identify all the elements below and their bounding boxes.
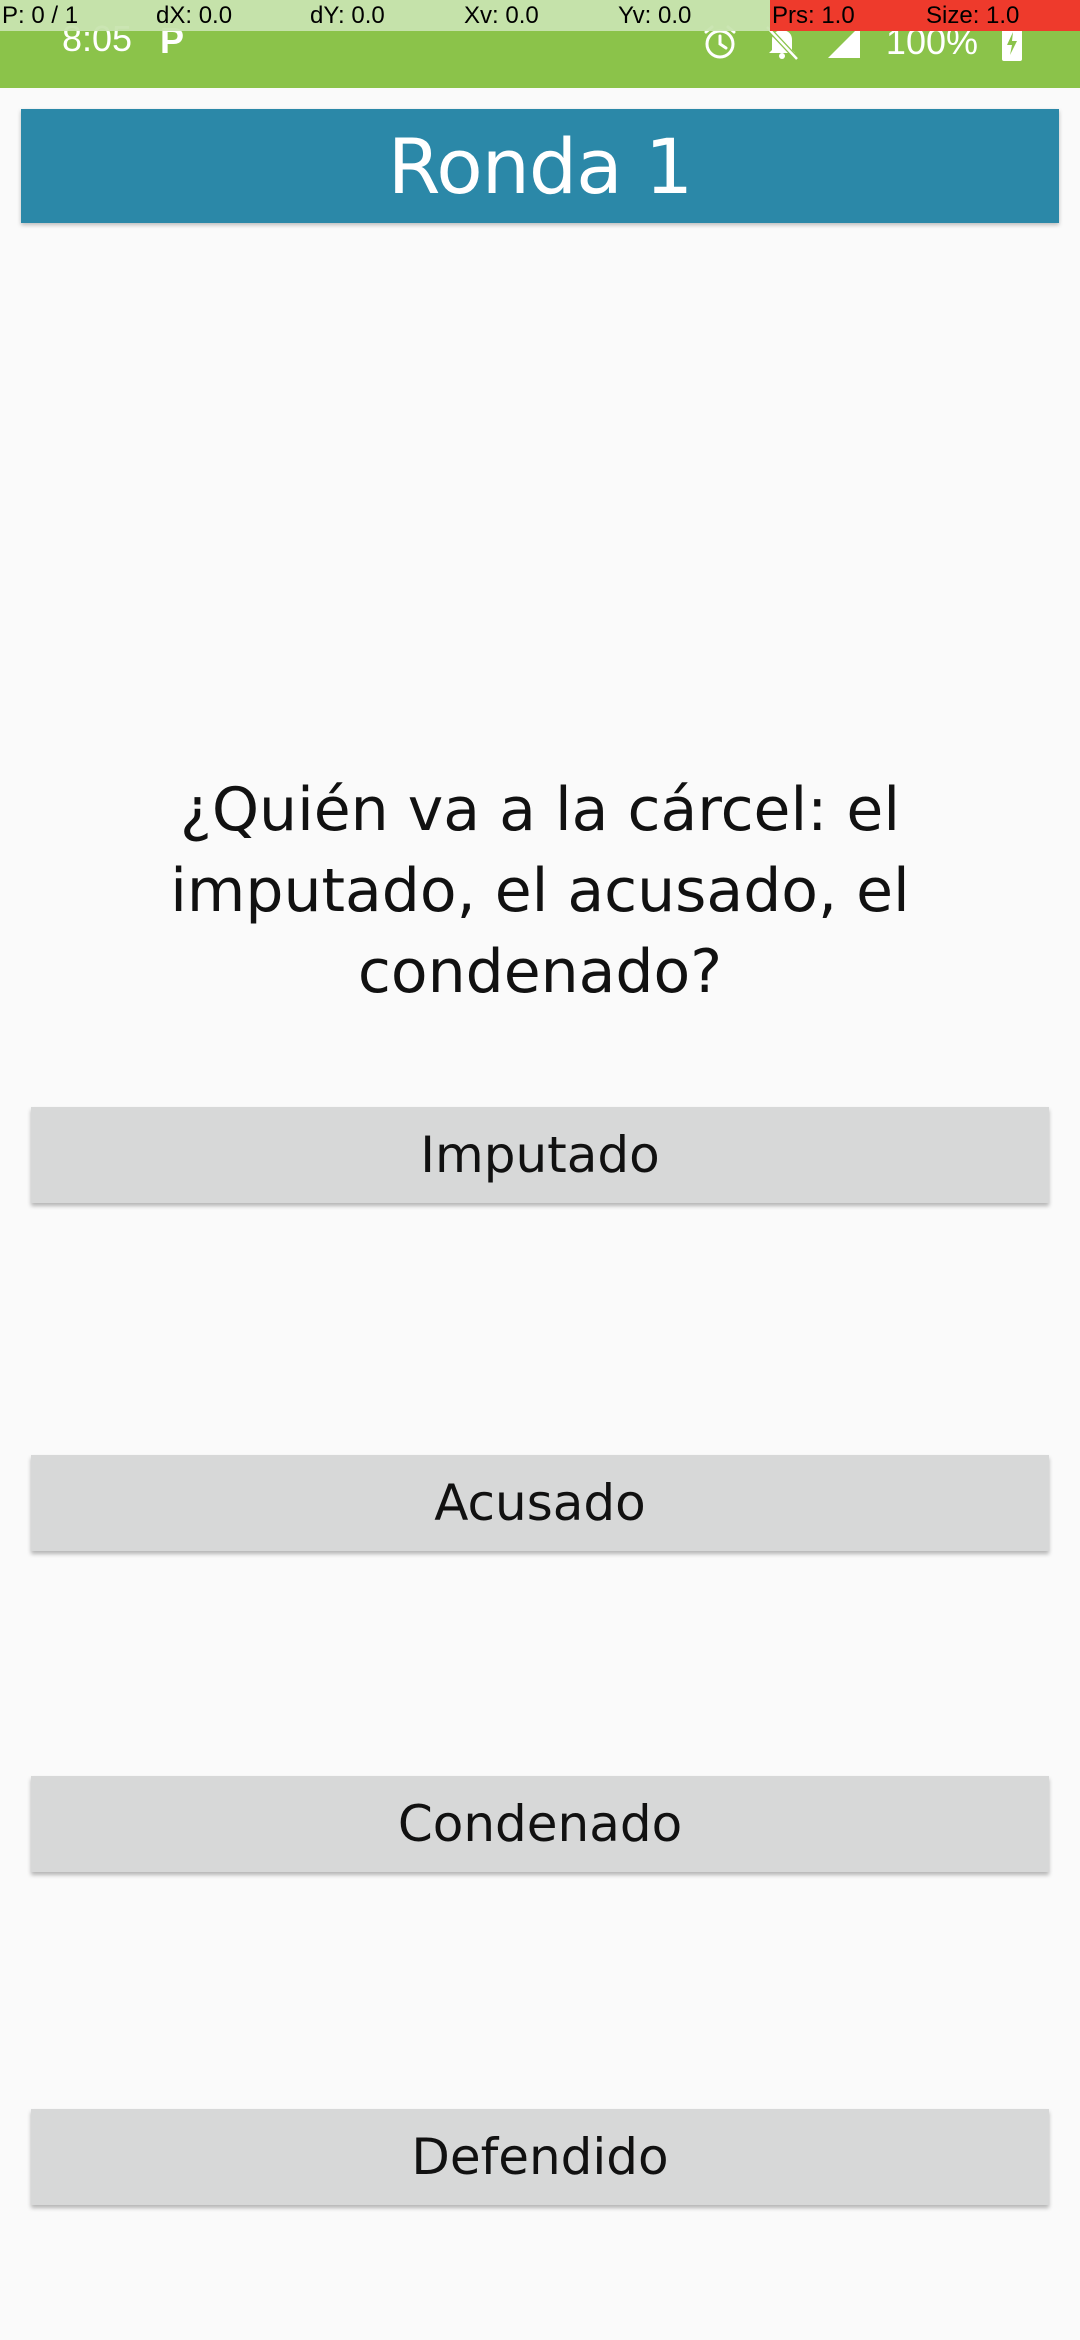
question-text: ¿Quién va a la cárcel: el imputado, el a… [170, 775, 910, 1007]
debug-xv: Xv: 0.0 [462, 0, 616, 31]
round-header: Ronda 1 [21, 109, 1059, 223]
round-title: Ronda 1 [387, 121, 693, 211]
debug-pressure: Prs: 1.0 [770, 0, 924, 31]
debug-yv: Yv: 0.0 [616, 0, 770, 31]
answer-button-condenado[interactable]: Condenado [31, 1776, 1049, 1872]
answer-button-imputado[interactable]: Imputado [31, 1107, 1049, 1203]
pointer-location-overlay: P: 0 / 1 dX: 0.0 dY: 0.0 Xv: 0.0 Yv: 0.0… [0, 0, 1080, 31]
answer-button-acusado[interactable]: Acusado [31, 1455, 1049, 1551]
debug-dx: dX: 0.0 [154, 0, 308, 31]
debug-pointer: P: 0 / 1 [0, 0, 154, 31]
answer-button-defendido[interactable]: Defendido [31, 2109, 1049, 2205]
debug-dy: dY: 0.0 [308, 0, 462, 31]
debug-size: Size: 1.0 [924, 0, 1080, 31]
